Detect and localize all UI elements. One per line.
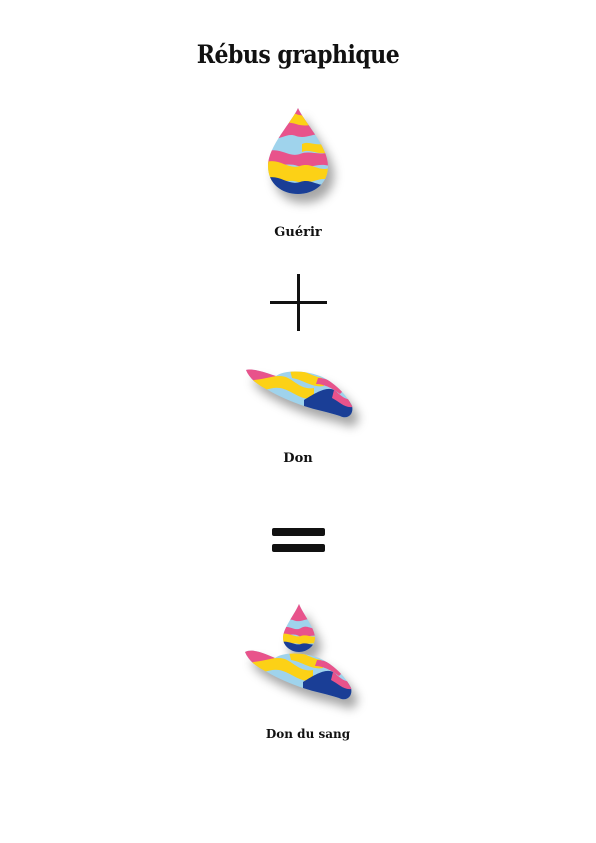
plus-sign: [270, 274, 327, 331]
blood-drop-icon: [266, 106, 330, 196]
hand-with-drop-icon: [243, 604, 355, 714]
open-hand-icon: [244, 366, 356, 424]
caption-don: Don: [283, 451, 313, 466]
equals-sign: [272, 528, 325, 553]
page-title: Rébus graphique: [196, 40, 400, 70]
caption-guerir: Guérir: [274, 225, 322, 240]
caption-don-du-sang: Don du sang: [265, 727, 351, 741]
